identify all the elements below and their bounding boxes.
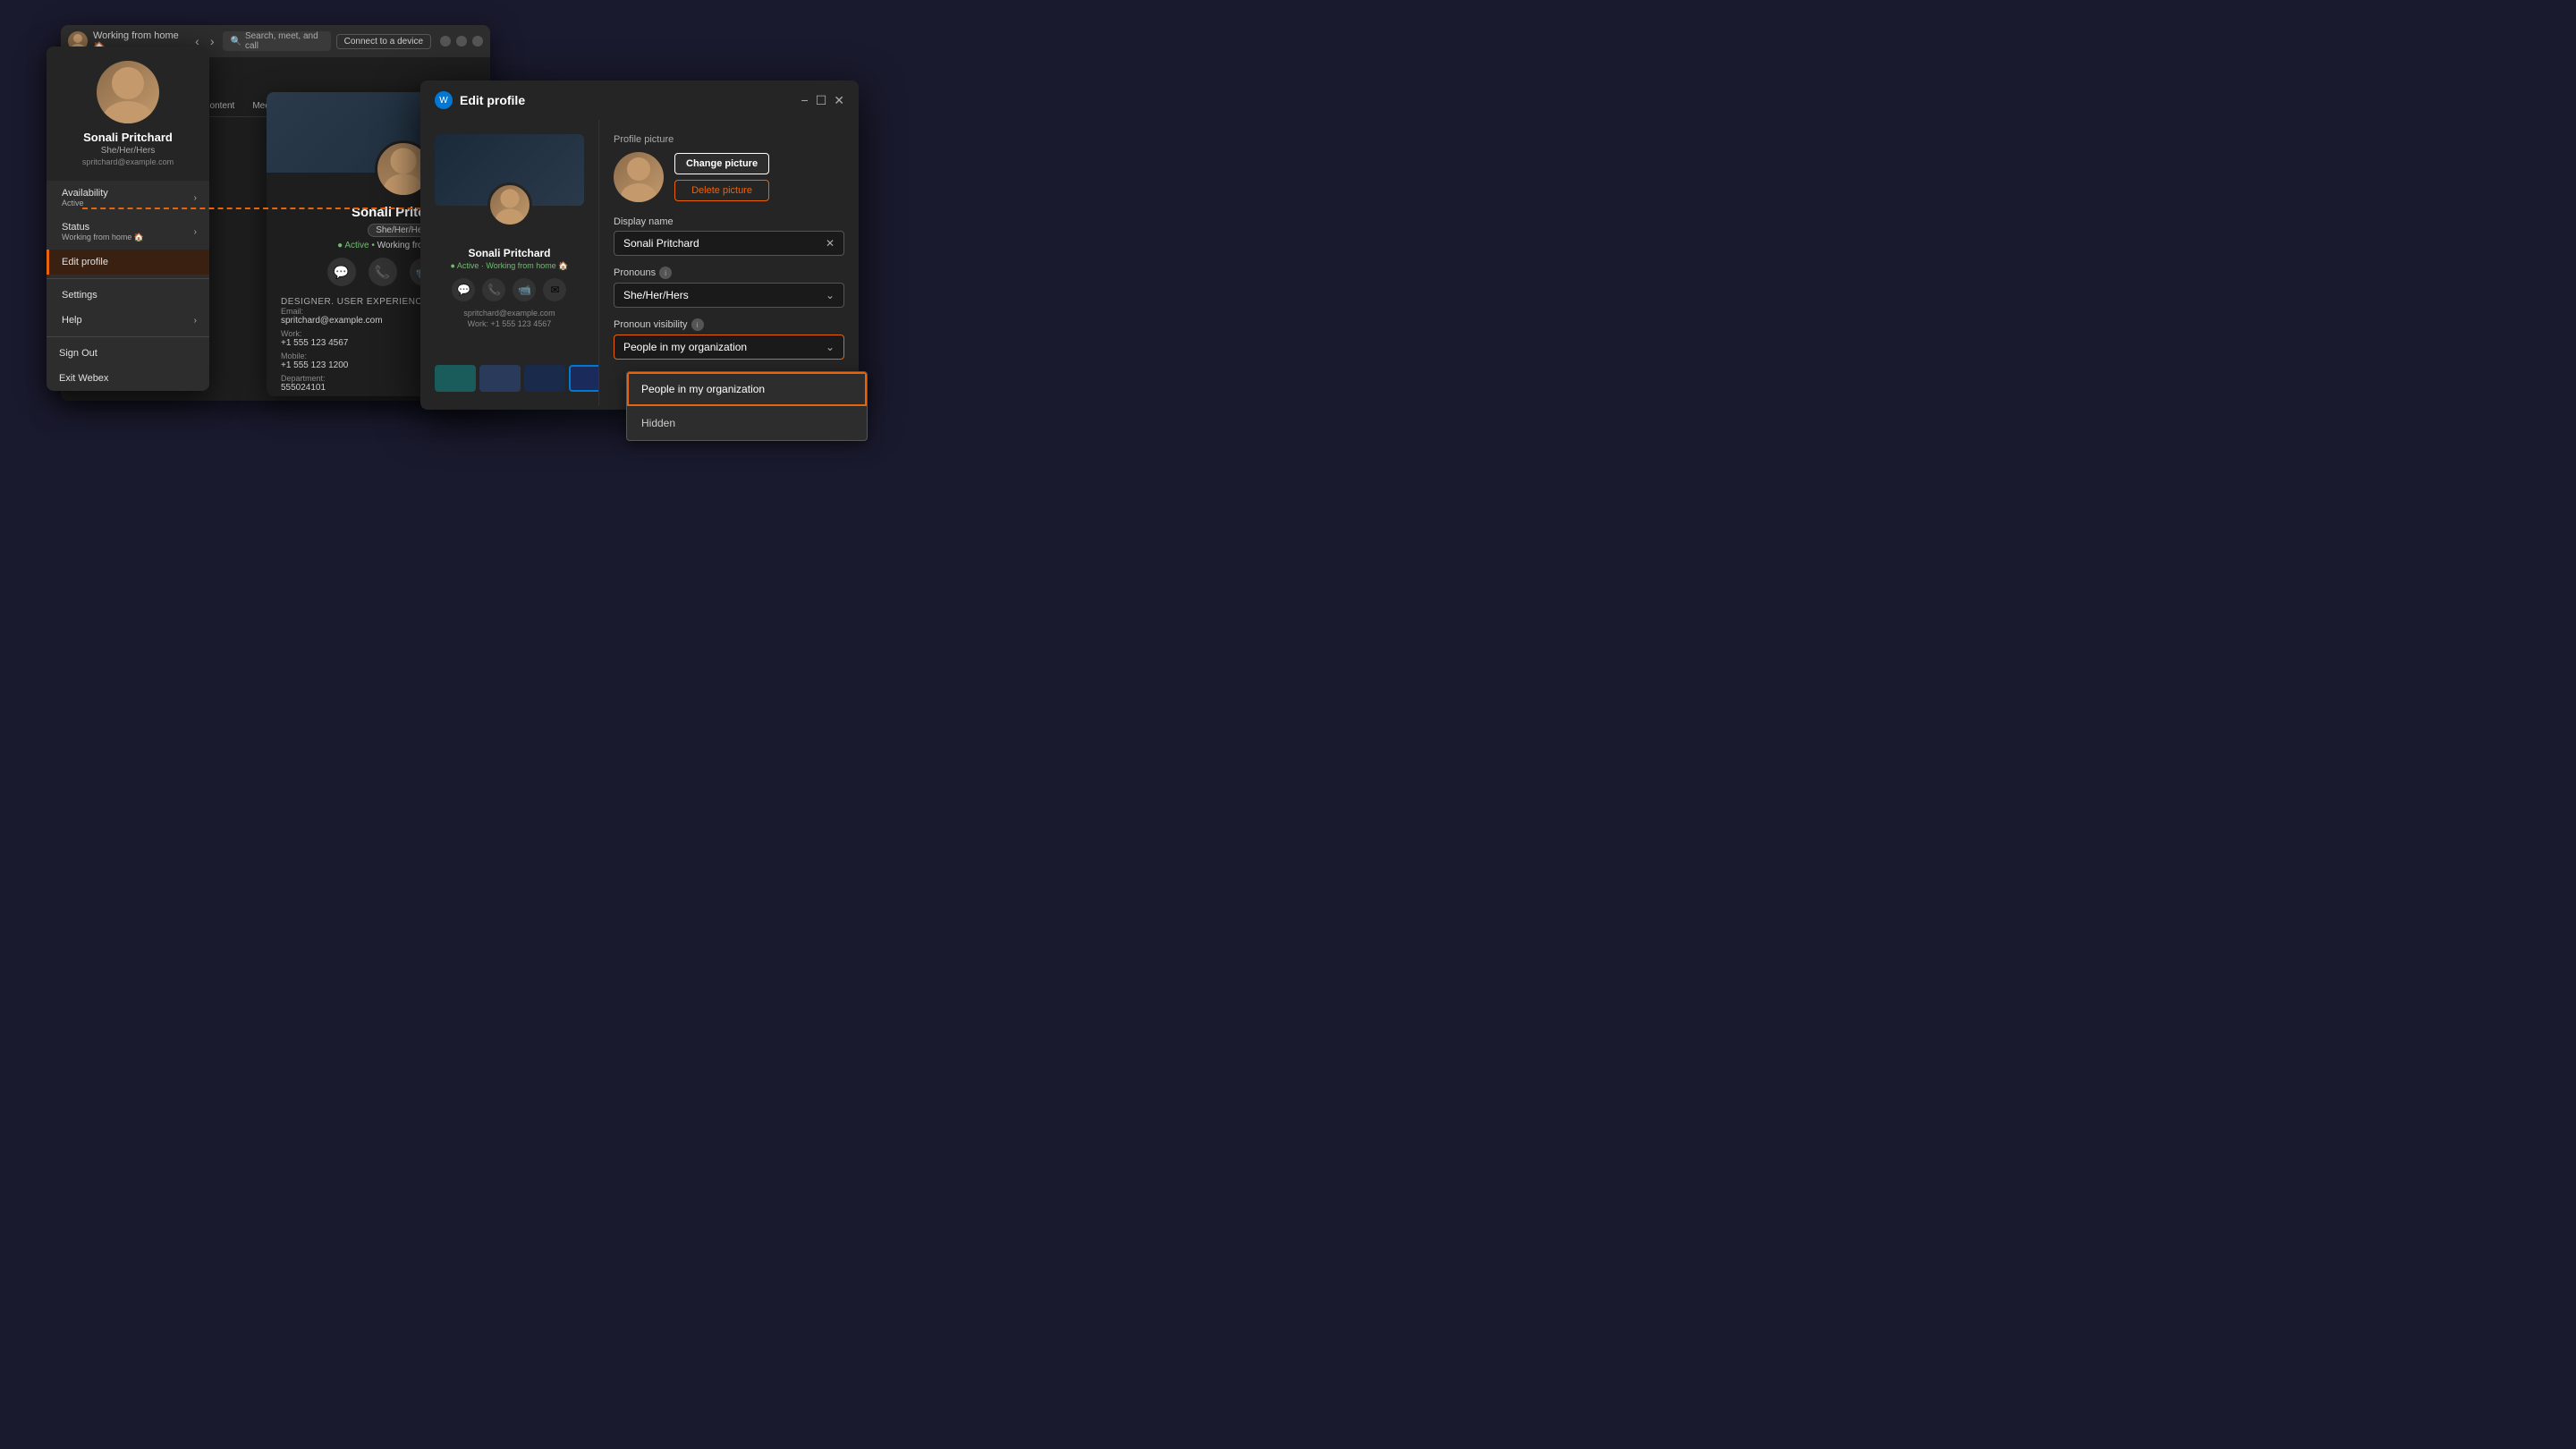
status-menu-item[interactable]: Status Working from home 🏠 › xyxy=(47,215,209,250)
profile-avatar-large xyxy=(97,61,159,123)
availability-menu-item[interactable]: Availability Active › xyxy=(47,181,209,215)
menu-divider-2 xyxy=(47,336,209,337)
bg-swatches-container xyxy=(435,361,584,392)
profile-picture-label: Profile picture xyxy=(614,134,844,145)
dialog-maximize-button[interactable]: ☐ xyxy=(816,93,827,108)
maximize-button[interactable] xyxy=(456,36,467,47)
help-menu-item[interactable]: Help › xyxy=(47,308,209,333)
dialog-email-btn[interactable]: ✉ xyxy=(543,278,566,301)
call-action-button[interactable]: 📞 xyxy=(369,258,397,286)
dropdown-option-hidden[interactable]: Hidden xyxy=(627,406,867,440)
search-placeholder: Search, meet, and call xyxy=(245,31,324,51)
profile-picture-section: Change picture Delete picture xyxy=(614,152,844,202)
pronoun-visibility-chevron-icon: ⌄ xyxy=(826,341,835,353)
menu-divider-1 xyxy=(47,278,209,279)
settings-label: Settings xyxy=(62,290,97,301)
edit-profile-label: Edit profile xyxy=(62,257,108,267)
bg-swatches xyxy=(435,365,584,392)
profile-email: spritchard@example.com xyxy=(61,157,195,166)
exit-webex-menu-item[interactable]: Exit Webex xyxy=(47,366,209,391)
change-picture-button[interactable]: Change picture xyxy=(674,153,769,174)
dialog-avatar xyxy=(487,182,532,227)
dropdown-option-organization[interactable]: People in my organization xyxy=(627,372,867,406)
help-label: Help xyxy=(62,315,82,326)
pronoun-visibility-label: Pronoun visibility i xyxy=(614,318,844,331)
pronoun-visibility-value: People in my organization xyxy=(623,341,747,353)
profile-card-top: Sonali Pritchard She/Her/Hers spritchard… xyxy=(47,47,209,181)
status-active: Active xyxy=(344,241,369,250)
nav-forward-button[interactable]: › xyxy=(207,32,218,50)
display-name-input[interactable]: Sonali Pritchard ✕ xyxy=(614,231,844,256)
dialog-preview-email: spritchard@example.com xyxy=(450,309,568,318)
pronouns-info-icon[interactable]: i xyxy=(659,267,672,279)
dialog-video-btn[interactable]: 📹 xyxy=(513,278,536,301)
chat-action-button[interactable]: 💬 xyxy=(327,258,356,286)
minimize-button[interactable] xyxy=(440,36,451,47)
bg-swatch-2[interactable] xyxy=(479,365,521,392)
availability-value: Active xyxy=(62,199,108,208)
dialog-title: Edit profile xyxy=(460,93,525,107)
display-name-label: Display name xyxy=(614,216,844,227)
profile-name: Sonali Pritchard xyxy=(61,131,195,144)
status-value: Working from home 🏠 xyxy=(62,233,144,242)
dialog-call-btn[interactable]: 📞 xyxy=(482,278,505,301)
dialog-left-panel: Sonali Pritchard ● Active · Working from… xyxy=(420,120,599,406)
delete-picture-button[interactable]: Delete picture xyxy=(674,180,769,201)
dialog-chat-btn[interactable]: 💬 xyxy=(452,278,475,301)
window-controls xyxy=(440,36,483,47)
status-chevron-icon: › xyxy=(194,227,197,237)
dialog-preview-actions: 💬 📞 📹 ✉ xyxy=(450,278,568,301)
dialog-window-controls: − ☐ ✕ xyxy=(801,93,844,108)
dialog-preview-status: ● Active · Working from home 🏠 xyxy=(450,261,568,271)
availability-label: Availability xyxy=(62,188,108,199)
edit-profile-dialog: W Edit profile − ☐ ✕ Sonali Pritchard ● … xyxy=(420,80,859,410)
dialog-title-row: W Edit profile xyxy=(435,91,525,109)
settings-menu-item[interactable]: Settings xyxy=(47,283,209,308)
bg-swatch-4[interactable] xyxy=(569,365,599,392)
search-bar[interactable]: 🔍 Search, meet, and call xyxy=(223,31,330,51)
dialog-preview-phone: Work: +1 555 123 4567 xyxy=(450,319,568,328)
profile-pic-buttons: Change picture Delete picture xyxy=(674,153,769,201)
display-name-clear-icon[interactable]: ✕ xyxy=(826,237,835,250)
help-chevron-icon: › xyxy=(194,316,197,326)
dialog-minimize-button[interactable]: − xyxy=(801,93,809,108)
search-icon: 🔍 xyxy=(230,37,241,47)
pronouns-chevron-icon: ⌄ xyxy=(826,289,835,301)
availability-chevron-icon: › xyxy=(194,193,197,203)
pronouns-field-label: Pronouns i xyxy=(614,267,844,279)
dialog-preview-name: Sonali Pritchard xyxy=(450,247,568,259)
sign-out-menu-item[interactable]: Sign Out xyxy=(47,341,209,366)
status-label: Status xyxy=(62,222,144,233)
bg-swatch-3[interactable] xyxy=(524,365,565,392)
profile-pic-thumbnail xyxy=(614,152,664,202)
pronouns-select[interactable]: She/Her/Hers ⌄ xyxy=(614,283,844,308)
bg-swatch-1[interactable] xyxy=(435,365,476,392)
pronoun-visibility-info-icon[interactable]: i xyxy=(691,318,704,331)
display-name-value: Sonali Pritchard xyxy=(623,237,699,250)
dialog-close-button[interactable]: ✕ xyxy=(834,93,844,108)
profile-pronouns: She/Her/Hers xyxy=(61,146,195,156)
profile-menu: Sonali Pritchard She/Her/Hers spritchard… xyxy=(47,47,209,391)
connect-device-button[interactable]: Connect to a device xyxy=(336,34,431,49)
close-button[interactable] xyxy=(472,36,483,47)
dialog-titlebar: W Edit profile − ☐ ✕ xyxy=(420,80,859,120)
edit-profile-menu-item[interactable]: Edit profile xyxy=(47,250,209,275)
pronoun-visibility-select[interactable]: People in my organization ⌄ xyxy=(614,335,844,360)
pronouns-selected-value: She/Her/Hers xyxy=(623,289,689,301)
dialog-webex-icon: W xyxy=(435,91,453,109)
pronoun-visibility-dropdown: People in my organization Hidden xyxy=(626,371,868,441)
